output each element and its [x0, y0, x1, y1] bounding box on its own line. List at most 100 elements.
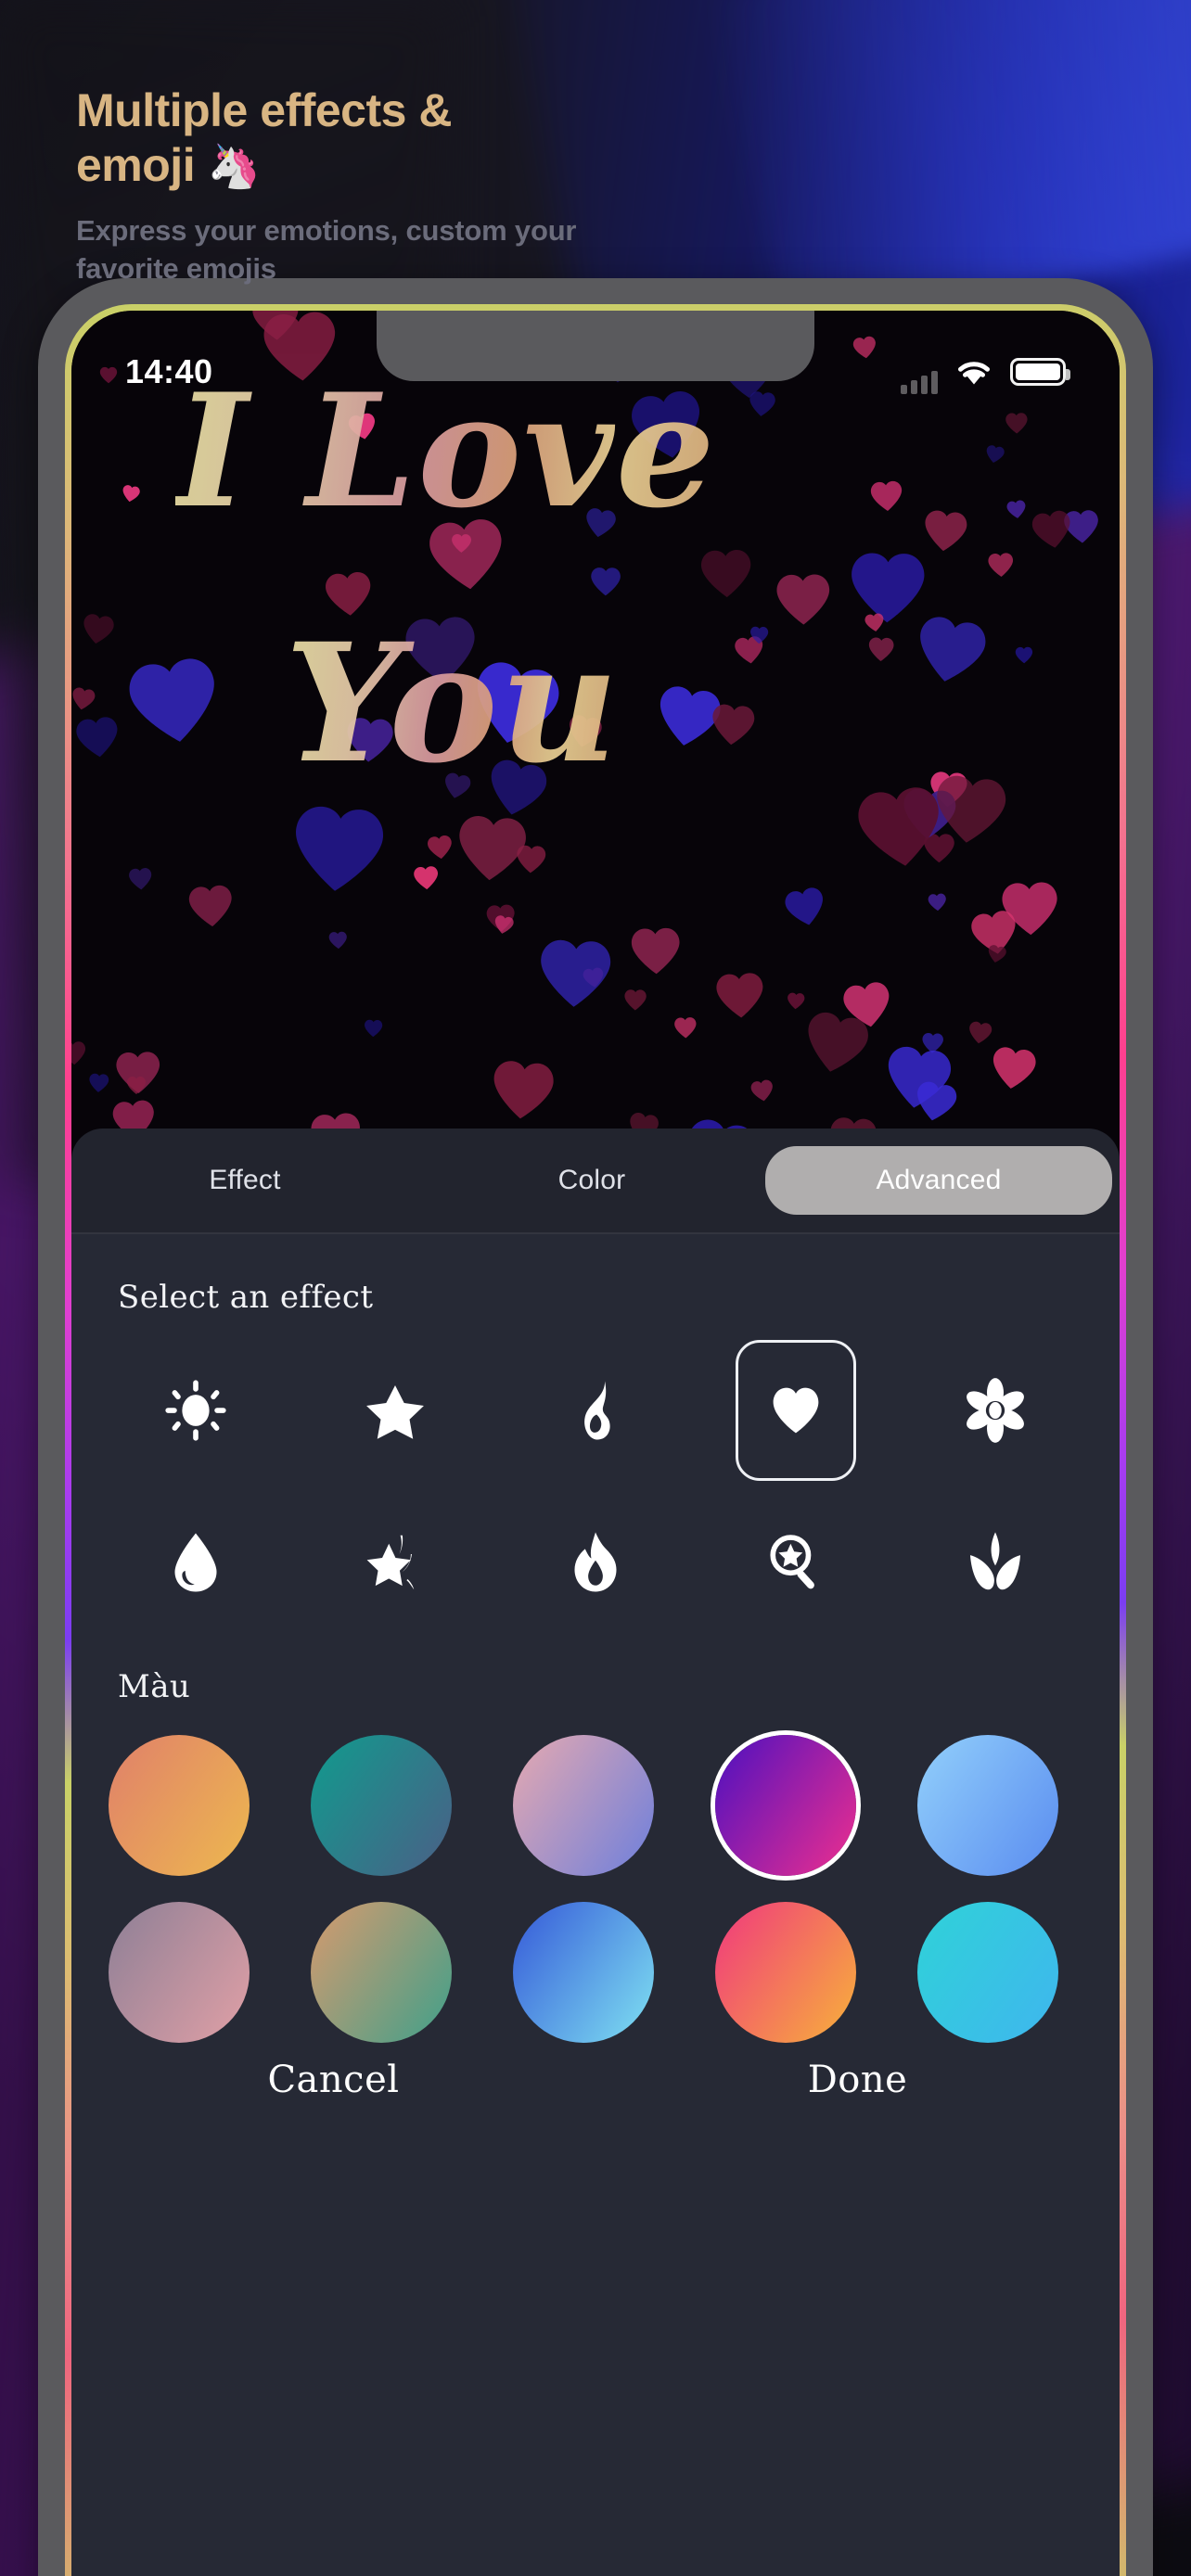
candle-flame-icon[interactable] — [535, 1492, 656, 1633]
heart-particle — [439, 769, 475, 805]
effects-section-label: Select an effect — [118, 1279, 374, 1316]
heart-icon[interactable] — [735, 1340, 856, 1481]
phone-mockup: I Love You 14:40 Effect Color Advanced S… — [38, 278, 1153, 2576]
effect-cell[interactable] — [96, 1492, 296, 1633]
page-title-line2: emoji — [76, 138, 196, 191]
flower-icon[interactable] — [935, 1340, 1056, 1481]
status-clock: 14:40 — [125, 352, 213, 390]
sparkle-sun-icon[interactable] — [135, 1340, 256, 1481]
heart-particle — [1004, 411, 1031, 438]
heart-particle — [622, 988, 648, 1014]
colors-section-label: Màu — [118, 1668, 191, 1705]
heart-particle — [1014, 645, 1034, 666]
effect-cell[interactable] — [296, 1492, 496, 1633]
color-swatch-coral-amber[interactable] — [109, 1735, 250, 1876]
tab-color[interactable]: Color — [418, 1146, 765, 1215]
heart-particle — [363, 1018, 385, 1040]
color-swatch-aqua-cyan[interactable] — [917, 1902, 1058, 2043]
star-magnifier-icon[interactable] — [736, 1492, 856, 1633]
wallpaper-preview[interactable]: I Love You — [71, 311, 1120, 1154]
heart-particle — [424, 832, 455, 863]
effect-cell[interactable] — [696, 1340, 896, 1481]
color-swatch-teal-slate[interactable] — [311, 1735, 452, 1876]
heart-particle — [749, 625, 771, 647]
color-cell[interactable] — [917, 1902, 1120, 2043]
heart-particle — [748, 1077, 777, 1106]
advanced-panel: Select an effect Màu Cancel Done — [71, 1234, 1120, 2576]
cancel-button[interactable]: Cancel — [71, 2059, 596, 2101]
heart-particle — [340, 712, 398, 770]
heart-particle — [984, 942, 1009, 967]
color-cell[interactable] — [311, 1735, 513, 1876]
heart-particle — [77, 609, 119, 651]
color-swatch-rose-indigo[interactable] — [513, 1735, 654, 1876]
flame-wisp-icon[interactable] — [535, 1340, 656, 1481]
color-swatch-blue-cyan[interactable] — [513, 1902, 654, 2043]
tulip-leaf-icon[interactable] — [935, 1492, 1056, 1633]
effect-cell[interactable] — [696, 1492, 896, 1633]
color-swatch-sky-blue[interactable] — [917, 1735, 1058, 1876]
heart-particle — [904, 606, 997, 699]
heart-particle — [917, 504, 972, 559]
color-cell[interactable] — [513, 1902, 715, 2043]
heart-particle — [1005, 498, 1030, 523]
heart-particle — [116, 645, 232, 761]
effect-cell[interactable] — [296, 1340, 496, 1481]
heart-particle — [908, 1076, 964, 1131]
heart-particle — [965, 1018, 995, 1049]
effect-cell[interactable] — [96, 1340, 296, 1481]
heart-particle — [793, 1002, 878, 1088]
heart-particle — [785, 990, 806, 1012]
heart-particle — [696, 544, 757, 606]
tab-advanced[interactable]: Advanced — [765, 1146, 1112, 1215]
heart-particle — [561, 709, 607, 755]
heart-particle — [867, 478, 907, 517]
heart-particle — [771, 568, 835, 632]
page-subtitle: Express your emotions, custom your favor… — [76, 214, 577, 285]
effect-cell[interactable] — [495, 1492, 696, 1633]
color-cell[interactable] — [109, 1902, 311, 2043]
unicorn-icon: 🦄 — [207, 141, 261, 190]
phone-screen: I Love You 14:40 Effect Color Advanced S… — [71, 311, 1120, 2576]
color-cell[interactable] — [917, 1735, 1120, 1876]
heart-particle — [320, 567, 378, 625]
heart-particle — [626, 923, 685, 982]
effect-cell[interactable] — [495, 1340, 696, 1481]
effect-cell[interactable] — [895, 1492, 1095, 1633]
done-button[interactable]: Done — [596, 2059, 1120, 2101]
heart-particle — [865, 634, 896, 665]
colors-grid — [109, 1735, 1120, 2043]
heart-particle — [71, 684, 98, 716]
color-swatch-sand-green[interactable] — [311, 1902, 452, 2043]
shooting-star-icon[interactable] — [335, 1492, 455, 1633]
heart-particle — [847, 776, 955, 885]
heart-particle — [184, 880, 238, 935]
droplet-icon[interactable] — [135, 1492, 256, 1633]
color-swatch-pink-orange[interactable] — [715, 1902, 856, 2043]
color-swatch-violet-magenta[interactable] — [715, 1735, 856, 1876]
heart-particle — [282, 796, 395, 909]
color-cell[interactable] — [311, 1902, 513, 2043]
heart-particle — [778, 881, 832, 935]
heart-particle — [588, 565, 623, 600]
panel-footer: Cancel Done — [71, 2024, 1120, 2136]
status-indicators — [901, 330, 1070, 394]
heart-particle — [513, 842, 549, 878]
promo-header: Multiple effects & emoji 🦄 Express your … — [76, 83, 1004, 288]
segmented-tab-bar: Effect Color Advanced — [71, 1129, 1120, 1232]
color-swatch-mauve-rose[interactable] — [109, 1902, 250, 2043]
heart-particle — [478, 751, 557, 830]
status-bar: 14:40 — [71, 311, 1120, 413]
star-icon[interactable] — [335, 1340, 455, 1481]
color-cell[interactable] — [109, 1735, 311, 1876]
heart-particle — [86, 1071, 111, 1096]
heart-particle — [982, 442, 1007, 467]
heart-particle — [580, 504, 621, 544]
color-cell[interactable] — [715, 1902, 917, 2043]
color-cell[interactable] — [715, 1735, 917, 1876]
tab-effect[interactable]: Effect — [71, 1146, 418, 1215]
heart-particle — [491, 912, 517, 938]
color-cell[interactable] — [513, 1735, 715, 1876]
heart-particle — [344, 409, 381, 446]
effect-cell[interactable] — [895, 1340, 1095, 1481]
